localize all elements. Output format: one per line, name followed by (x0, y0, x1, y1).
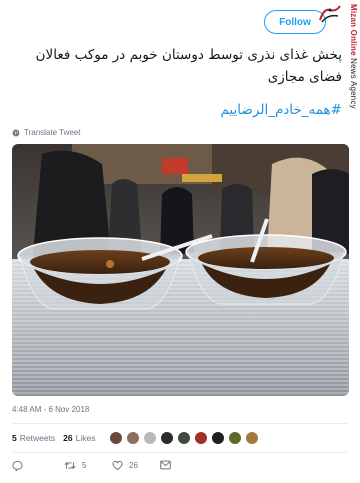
liker-avatar[interactable] (194, 431, 209, 445)
retweets-count: 5 (12, 433, 17, 443)
retweet-count: 5 (82, 461, 87, 470)
retweets-stat[interactable]: 5 Retweets (12, 433, 55, 443)
divider (12, 423, 348, 424)
reply-button[interactable] (12, 460, 29, 471)
liker-avatar[interactable] (245, 431, 260, 445)
likes-count: 26 (63, 433, 73, 443)
like-count: 26 (129, 461, 138, 470)
watermark: Mizan Online News Agency (349, 4, 358, 109)
retweet-icon (64, 462, 76, 469)
likes-stat[interactable]: 26 Likes (63, 433, 95, 443)
liker-avatar[interactable] (160, 431, 175, 445)
translate-tweet-link[interactable]: Translate Tweet (12, 128, 80, 137)
tweet-header: Follow Mizan Online News Agency (0, 0, 360, 109)
mail-icon (160, 460, 171, 470)
reply-icon (12, 460, 23, 471)
tweet-actions: 5 26 (12, 460, 348, 476)
heart-icon (112, 460, 123, 471)
globe-icon (12, 129, 20, 136)
like-button[interactable]: 26 (112, 460, 138, 471)
translate-label: Translate Tweet (24, 128, 81, 137)
liker-avatar[interactable] (211, 431, 226, 445)
direct-message-button[interactable] (160, 460, 177, 470)
divider (12, 452, 348, 453)
retweet-button[interactable]: 5 (64, 460, 86, 471)
liker-avatar[interactable] (228, 431, 243, 445)
liker-avatar[interactable] (143, 431, 158, 445)
liker-avatar[interactable] (177, 431, 192, 445)
liker-avatars (109, 431, 262, 445)
follow-button[interactable]: Follow (264, 10, 326, 34)
tweet-timestamp[interactable]: 4:48 AM - 6 Nov 2018 (12, 405, 89, 414)
tweet-text: پخش غذای نذری توسط دوستان خوبم در موکب ف… (35, 47, 342, 85)
tweet-stats: 5 Retweets 26 Likes (12, 430, 262, 446)
hashtag-link[interactable]: #همه_خادم_الرضاییم (220, 102, 342, 118)
retweets-label: Retweets (19, 433, 56, 443)
tweet-photo-image (12, 144, 349, 396)
liker-avatar[interactable] (109, 431, 124, 445)
likes-label: Likes (75, 433, 96, 443)
liker-avatar[interactable] (126, 431, 141, 445)
tweet-photo[interactable] (12, 144, 349, 396)
agency-logo-icon (319, 5, 341, 23)
